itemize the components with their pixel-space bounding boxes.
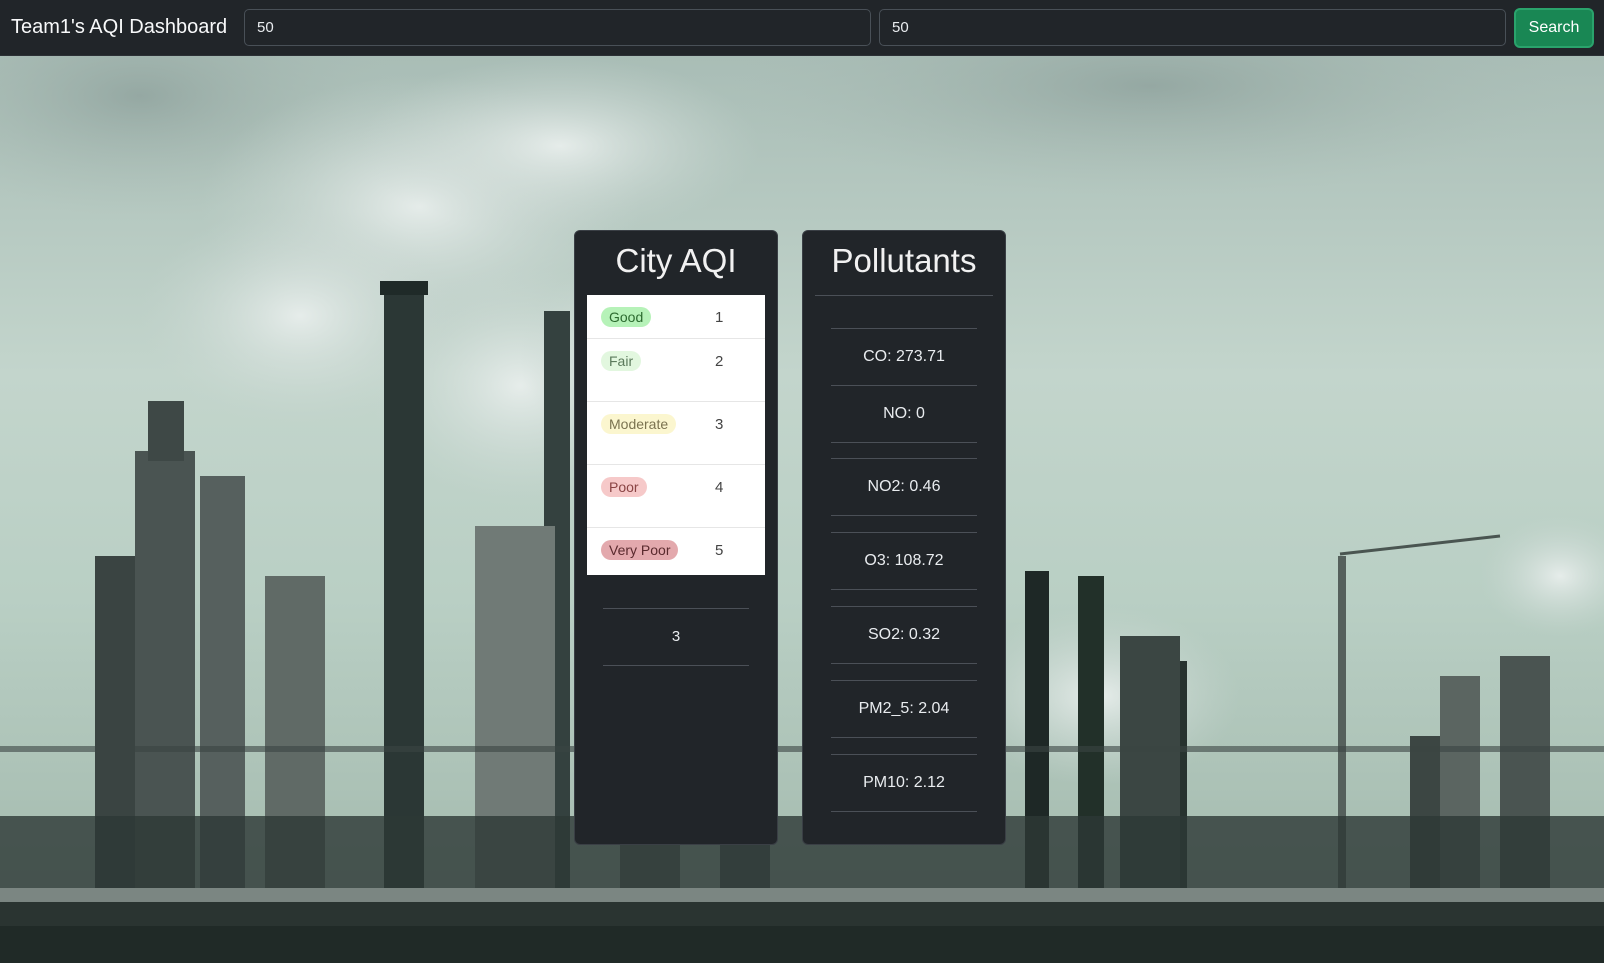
divider (831, 754, 977, 755)
city-aqi-title: City AQI (615, 242, 737, 279)
divider (831, 532, 977, 533)
aqi-row-poor: Poor 4 (587, 465, 765, 528)
divider (831, 515, 977, 516)
city-aqi-card: City AQI Good 1 Fair 2 Moderate 3 Poor 4… (574, 230, 778, 845)
aqi-scale-value: 5 (715, 542, 724, 559)
divider (603, 608, 749, 609)
navbar: Team1's AQI Dashboard Search (0, 0, 1604, 56)
divider (831, 458, 977, 459)
aqi-scale-value: 3 (715, 416, 724, 433)
aqi-scale-table: Good 1 Fair 2 Moderate 3 Poor 4 Very Poo… (587, 295, 765, 575)
latitude-input[interactable] (244, 9, 871, 46)
pollutants-card: Pollutants CO: 273.71 NO: 0 NO2: 0.46 O3… (802, 230, 1006, 845)
pollutant-no2: NO2: 0.46 (867, 478, 941, 495)
aqi-row-fair: Fair 2 (587, 339, 765, 402)
divider (831, 737, 977, 738)
aqi-row-moderate: Moderate 3 (587, 402, 765, 465)
pollutant-so2: SO2: 0.32 (867, 626, 941, 643)
pollutant-co: CO: 273.71 (863, 348, 945, 365)
search-button[interactable]: Search (1514, 7, 1594, 48)
pollutant-pm2-5: PM2_5: 2.04 (858, 700, 950, 717)
divider (815, 295, 993, 296)
divider (831, 680, 977, 681)
divider (831, 385, 977, 386)
pollutants-title: Pollutants (831, 242, 977, 279)
aqi-row-very-poor: Very Poor 5 (587, 528, 765, 575)
aqi-scale-value: 1 (715, 309, 724, 326)
aqi-badge-poor: Poor (601, 477, 647, 497)
brand-title[interactable]: Team1's AQI Dashboard (11, 16, 244, 39)
divider (831, 606, 977, 607)
pollutant-o3: O3: 108.72 (864, 552, 944, 569)
divider (831, 589, 977, 590)
pollutant-no: NO: 0 (883, 405, 925, 422)
aqi-badge-good: Good (601, 307, 652, 327)
aqi-badge-very-poor: Very Poor (601, 540, 679, 560)
aqi-badge-moderate: Moderate (601, 414, 677, 434)
aqi-scale-value: 2 (715, 353, 724, 370)
divider (831, 328, 977, 329)
current-aqi-value: 3 (671, 628, 681, 645)
aqi-badge-fair: Fair (601, 351, 642, 371)
divider (831, 811, 977, 812)
pollutant-pm10: PM10: 2.12 (863, 774, 945, 791)
divider (603, 665, 749, 666)
aqi-scale-value: 4 (715, 479, 724, 496)
aqi-row-good: Good 1 (587, 295, 765, 339)
divider (831, 663, 977, 664)
longitude-input[interactable] (879, 9, 1506, 46)
divider (831, 442, 977, 443)
